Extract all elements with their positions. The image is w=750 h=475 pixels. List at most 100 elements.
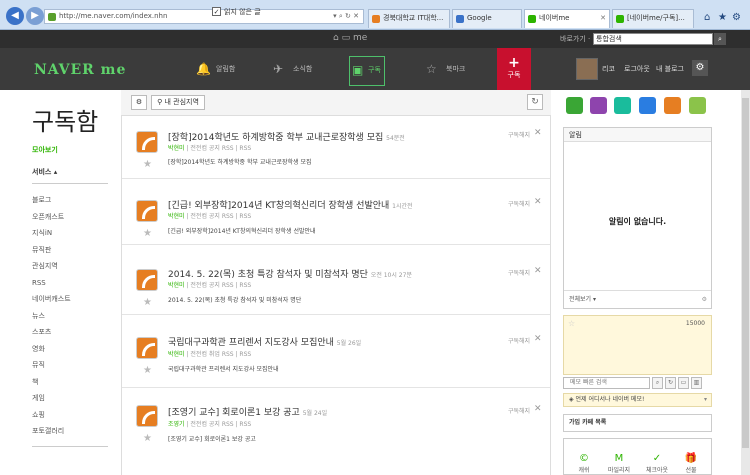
feed-summary[interactable]: [장학]2014학년도 하계방학중 학부 교내근로장학생 모집 bbox=[168, 157, 312, 166]
browser-tab[interactable]: 네이버me ✕ bbox=[524, 9, 610, 28]
feed-author[interactable]: 박현미 bbox=[168, 145, 185, 152]
sidebar-item-news[interactable]: 뉴스 bbox=[32, 308, 108, 325]
forward-icon[interactable]: ▶ bbox=[26, 7, 44, 25]
unsubscribe-link[interactable]: 구독해지 bbox=[508, 336, 530, 345]
list-item[interactable]: ★ 국립대구과학관 프리렌서 지도강사 모집안내 5월 26일 박현미 | 전전… bbox=[122, 318, 550, 388]
feed-summary[interactable]: [긴급! 외부장학]2014년 KT창의혁신리더 장학생 선발안내 bbox=[168, 226, 316, 235]
browser-tab[interactable]: [네이버me/구독]... bbox=[612, 9, 694, 28]
user-name[interactable]: 리코 bbox=[602, 64, 615, 74]
feed-author[interactable]: 박현미 bbox=[168, 213, 185, 220]
tab-subscriptions[interactable]: ▣구독함 bbox=[349, 56, 385, 100]
sidebar-item-music[interactable]: 뮤직 bbox=[32, 357, 108, 374]
my-blog-link[interactable]: 내 블로그 bbox=[656, 64, 684, 74]
star-icon[interactable]: ☆ bbox=[568, 319, 575, 328]
unsubscribe-link[interactable]: 구독해지 bbox=[508, 406, 530, 415]
browser-tab[interactable]: 경북대학교 IT대학... bbox=[368, 9, 450, 28]
memo-search-input[interactable]: 메모 빠른 검색 bbox=[563, 377, 650, 389]
close-icon[interactable]: ✕ bbox=[534, 198, 542, 207]
unsubscribe-link[interactable]: 구독해지 bbox=[508, 199, 530, 208]
unread-only-checkbox[interactable]: ✓ bbox=[212, 7, 221, 16]
shortcut-link[interactable]: 바로가기 · bbox=[560, 34, 590, 44]
cash-shortcut[interactable]: © 캐쉬 bbox=[569, 453, 599, 474]
cafe-list[interactable]: 가입 카페 목록 bbox=[563, 414, 712, 432]
calendar-app-icon[interactable] bbox=[590, 97, 607, 114]
close-icon[interactable]: ✕ bbox=[534, 129, 542, 138]
star-icon[interactable]: ★ bbox=[143, 297, 152, 308]
feed-author[interactable]: 박현미 bbox=[168, 282, 185, 289]
back-icon[interactable]: ◀ bbox=[6, 7, 24, 25]
gift-shortcut[interactable]: 🎁 선물 bbox=[676, 453, 706, 474]
logout-link[interactable]: 로그아웃 bbox=[624, 64, 650, 74]
avatar[interactable] bbox=[576, 58, 598, 80]
chevron-down-icon[interactable]: ▾ bbox=[704, 394, 707, 406]
sidebar-item-movie[interactable]: 영화 bbox=[32, 341, 108, 358]
tab-notifications[interactable]: 🔔 알림함 bbox=[194, 56, 235, 86]
tab-news[interactable]: ✈ 소식함 bbox=[271, 56, 312, 86]
refresh-icon[interactable]: ↻ bbox=[527, 94, 543, 110]
tab-bookmarks[interactable]: ☆ 북마크 bbox=[424, 56, 465, 86]
subscribe-button[interactable]: + 구독 bbox=[497, 48, 531, 94]
home-icon[interactable]: ⌂ bbox=[704, 12, 710, 23]
list-icon[interactable]: ▥ bbox=[691, 377, 702, 389]
tools-icon[interactable]: ⚙ bbox=[732, 12, 741, 23]
services-toggle[interactable]: 서비스 ▴ bbox=[32, 167, 57, 177]
star-icon[interactable]: ★ bbox=[143, 159, 152, 170]
close-icon[interactable]: ✕ bbox=[534, 267, 542, 276]
sidebar-item-photo[interactable]: 포토갤러리 bbox=[32, 423, 108, 440]
sidebar-item-blog[interactable]: 블로그 bbox=[32, 192, 108, 209]
browser-tab[interactable]: Google bbox=[452, 9, 522, 28]
naver-me-logo[interactable]: NAVER me bbox=[34, 62, 126, 78]
mileage-shortcut[interactable]: M 마일리지 bbox=[604, 453, 634, 474]
sidebar-item-kin[interactable]: 지식iN bbox=[32, 225, 108, 242]
list-item[interactable]: ★ [조영기 교수] 회로이론1 보강 공고 5월 24일 조영기 | 전전컴 … bbox=[122, 391, 550, 475]
feed-author[interactable]: 박현미 bbox=[168, 351, 185, 358]
media-app-icon[interactable] bbox=[664, 97, 681, 114]
sidebar-item-shopping[interactable]: 쇼핑 bbox=[32, 407, 108, 424]
checkout-shortcut[interactable]: ✓ 체크아웃 bbox=[642, 453, 672, 474]
search-icon[interactable]: ⌕ bbox=[714, 33, 726, 45]
address-bar[interactable]: http://me.naver.com/index.nhn ▾ ⌕ ↻ ✕ bbox=[44, 9, 364, 24]
close-icon[interactable]: ✕ bbox=[534, 405, 542, 414]
feed-title[interactable]: [조영기 교수] 회로이론1 보강 공고 5월 24일 bbox=[168, 405, 327, 418]
memo-app-icon[interactable] bbox=[689, 97, 706, 114]
view-all-link[interactable]: 모아보기 bbox=[32, 145, 58, 155]
close-icon[interactable]: ✕ bbox=[534, 335, 542, 344]
feed-title[interactable]: 국립대구과학관 프리렌서 지도강사 모집안내 5월 26일 bbox=[168, 335, 361, 348]
feed-author[interactable]: 조영기 bbox=[168, 421, 185, 428]
sidebar-item-region[interactable]: 관심지역 bbox=[32, 258, 108, 275]
settings-icon[interactable]: ⚙ bbox=[131, 95, 147, 110]
star-icon[interactable]: ★ bbox=[143, 365, 152, 376]
contacts-app-icon[interactable] bbox=[614, 97, 631, 114]
memo-widget[interactable]: ☆ 15000 bbox=[563, 315, 712, 375]
sidebar-item-sports[interactable]: 스포츠 bbox=[32, 324, 108, 341]
unsubscribe-link[interactable]: 구독해지 bbox=[508, 130, 530, 139]
window-icon[interactable]: ▭ bbox=[678, 377, 689, 389]
topbar-center-icons[interactable]: ⌂ ▭ me bbox=[333, 33, 367, 43]
list-item[interactable]: ★ 2014. 5. 22(목) 초청 특강 참석자 및 미참석자 명단 오전 … bbox=[122, 248, 550, 315]
memo-prompt[interactable]: ◈ 언제 어디서나 네이버 메모! ▾ bbox=[563, 393, 712, 407]
url-controls[interactable]: ▾ ⌕ ↻ ✕ bbox=[333, 10, 359, 23]
feed-summary[interactable]: [조영기 교수] 회로이론1 보강 공고 bbox=[168, 434, 256, 443]
ndrive-app-icon[interactable] bbox=[639, 97, 656, 114]
scrollbar[interactable] bbox=[741, 90, 750, 475]
feed-summary[interactable]: 2014. 5. 22(목) 초청 특강 참석자 및 미참석자 명단 bbox=[168, 295, 301, 304]
sidebar-item-book[interactable]: 책 bbox=[32, 374, 108, 391]
feed-title[interactable]: [장학]2014학년도 하계방학중 학부 교내근로장학생 모집 54분전 bbox=[168, 130, 405, 143]
sidebar-item-musicboard[interactable]: 뮤직판 bbox=[32, 242, 108, 259]
sidebar-item-rss[interactable]: RSS bbox=[32, 275, 108, 292]
list-item[interactable]: ★ [긴급! 외부장학]2014년 KT창의혁신리더 장학생 선발안내 1시간전… bbox=[122, 182, 550, 245]
sidebar-item-opencast[interactable]: 오픈캐스트 bbox=[32, 209, 108, 226]
sidebar-item-game[interactable]: 게임 bbox=[32, 390, 108, 407]
gear-icon[interactable]: ⚙ bbox=[692, 60, 708, 76]
tab-close-icon[interactable]: ✕ bbox=[600, 10, 606, 27]
star-icon[interactable]: ★ bbox=[143, 433, 152, 444]
gear-icon[interactable]: ⚙ bbox=[702, 291, 707, 309]
mail-app-icon[interactable] bbox=[566, 97, 583, 114]
feed-title[interactable]: 2014. 5. 22(목) 초청 특강 참석자 및 미참석자 명단 오전 10… bbox=[168, 267, 412, 280]
feed-summary[interactable]: 국립대구과학관 프리렌서 지도강사 모집안내 bbox=[168, 364, 279, 373]
feed-title[interactable]: [긴급! 외부장학]2014년 KT창의혁신리더 장학생 선발안내 1시간전 bbox=[168, 198, 413, 211]
sidebar-item-navercast[interactable]: 네이버캐스트 bbox=[32, 291, 108, 308]
interest-region-button[interactable]: ⚲ 내 관심지역 bbox=[151, 95, 205, 110]
refresh-icon[interactable]: ↻ bbox=[665, 377, 676, 389]
favorites-icon[interactable]: ★ bbox=[718, 12, 727, 23]
